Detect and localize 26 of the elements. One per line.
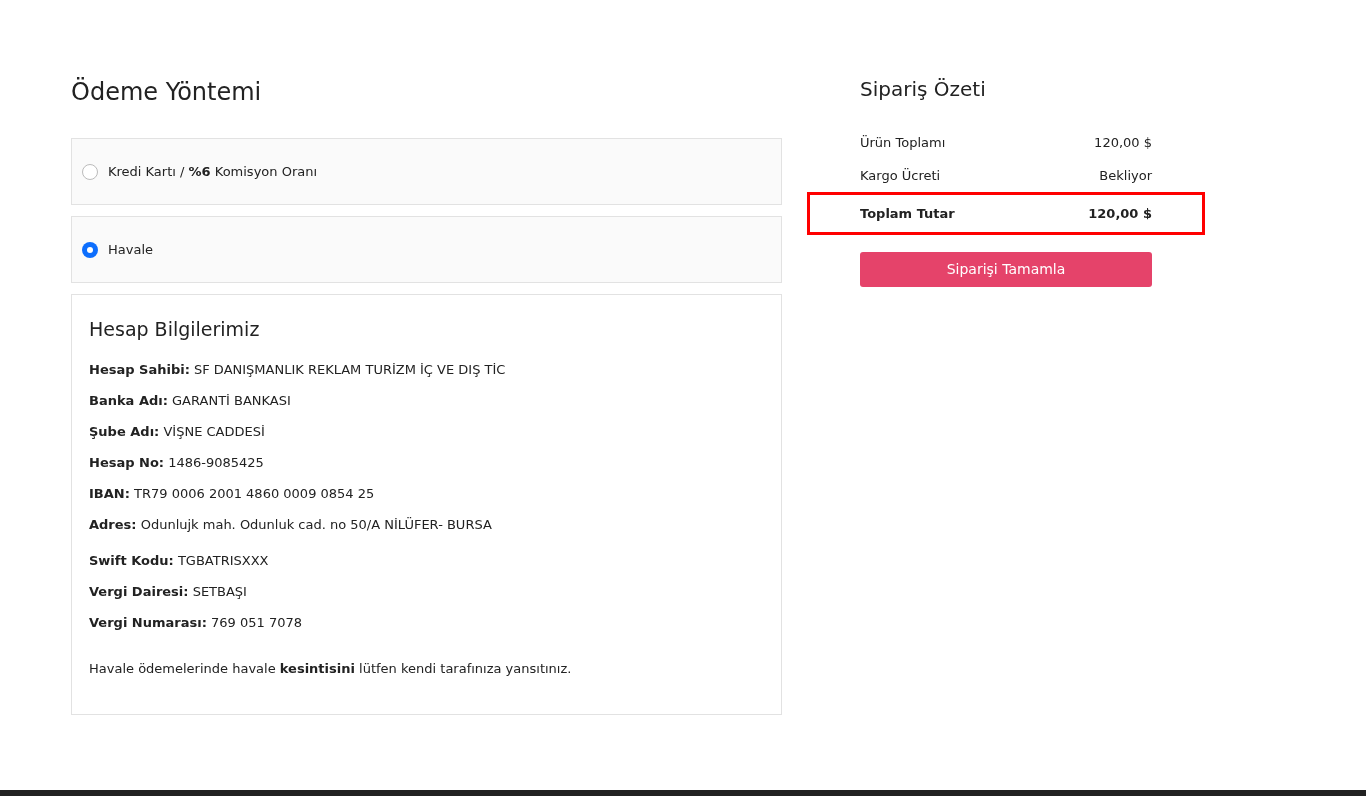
account-detail: IBAN: TR79 0006 2001 4860 0009 0854 25 bbox=[89, 484, 375, 503]
note-text: Havale ödemelerinde havale kesintisini lütfen kendi tarafınıza yansıtınız. bbox=[89, 659, 572, 678]
payment-option[interactable]: Kredi Kartı / %6 Komisyon Oranı bbox=[71, 138, 782, 205]
radio-button[interactable] bbox=[82, 163, 98, 180]
summary-label: Toplam Tutar bbox=[860, 204, 955, 223]
section-title: Ödeme Yöntemi bbox=[71, 76, 262, 108]
account-detail: Vergi Numarası: 769 051 7078 bbox=[89, 613, 302, 632]
summary-label: Kargo Ücreti bbox=[860, 166, 941, 185]
option-label: Kredi Kartı / %6 Komisyon Oranı bbox=[108, 162, 318, 181]
account-detail: Hesap No: 1486-9085425 bbox=[89, 453, 264, 472]
account-detail: Banka Adı: GARANTİ BANKASI bbox=[89, 391, 291, 410]
account-detail: Şube Adı: VİŞNE CADDESİ bbox=[89, 422, 265, 441]
summary-value: 120,00 $ bbox=[1094, 133, 1152, 152]
option-label: Havale bbox=[108, 240, 153, 259]
account-detail: Hesap Sahibi: SF DANIŞMANLIK REKLAM TURİZM İÇ VE DIŞ TİC bbox=[89, 360, 506, 379]
account-detail: Swift Kodu: TGBATRISXXX bbox=[89, 551, 269, 570]
summary-value: Bekliyor bbox=[1099, 166, 1152, 185]
card-title: Hesap Bilgilerimiz bbox=[89, 317, 260, 342]
summary-title: Sipariş Özeti bbox=[860, 76, 986, 103]
payment-option[interactable]: Havale bbox=[71, 216, 782, 283]
summary-label: Ürün Toplamı bbox=[860, 133, 946, 152]
complete-order-button[interactable]: Siparişi Tamamla bbox=[860, 252, 1152, 287]
account-detail: Vergi Dairesi: SETBAŞI bbox=[89, 582, 247, 601]
radio-button[interactable] bbox=[82, 241, 98, 258]
summary-value: 120,00 $ bbox=[1088, 204, 1152, 223]
account-detail: Adres: Odunlujk mah. Odunluk cad. no 50/A NİLÜFER- BURSA bbox=[89, 515, 492, 534]
